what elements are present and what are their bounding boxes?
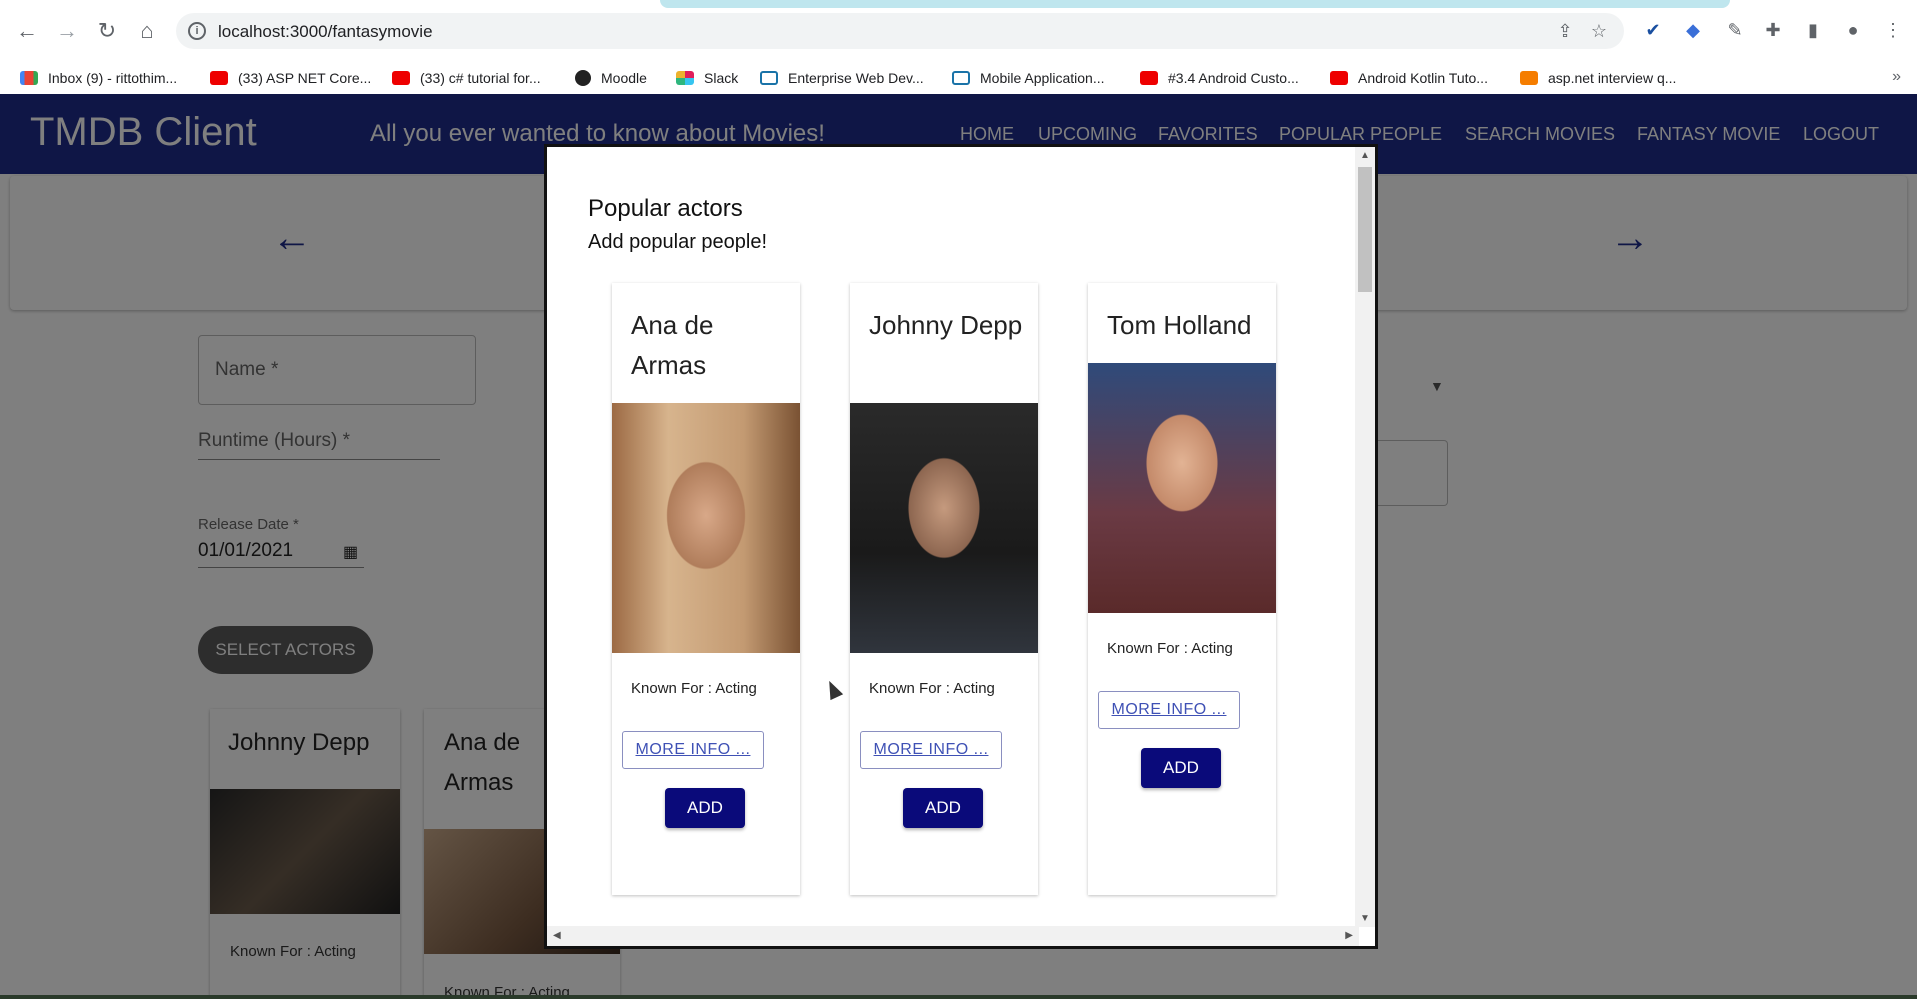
bookmark-item[interactable]: (33) c# tutorial for...: [392, 62, 541, 94]
actor-name: Johnny Depp: [869, 310, 1023, 340]
blogger-icon: [1520, 71, 1538, 85]
bookmark-item[interactable]: Slack: [676, 62, 738, 94]
browser-toolbar: ← → ↻ ⌂ i localhost:3000/fantasymovie ⇪ …: [0, 0, 1917, 62]
more-info-button[interactable]: MORE INFO ...: [622, 731, 764, 769]
extension-cap-icon[interactable]: ◆: [1680, 17, 1706, 43]
bookmarks-overflow-icon[interactable]: »: [1892, 68, 1901, 86]
actor-known-for: Known For : Acting: [631, 680, 757, 697]
actor-card: Tom Holland Known For : Acting MORE INFO…: [1088, 283, 1276, 895]
share-icon[interactable]: ⇪: [1554, 20, 1576, 42]
forward-icon[interactable]: →: [54, 18, 80, 44]
bookmark-item[interactable]: #3.4 Android Custo...: [1140, 62, 1299, 94]
actor-name: Ana de Armas: [631, 310, 714, 380]
bookmark-item[interactable]: Moodle: [575, 62, 647, 94]
horizontal-scrollbar[interactable]: ◀ ▶: [547, 926, 1359, 946]
dialog-title: Popular actors: [588, 195, 743, 222]
scroll-up-icon[interactable]: ▲: [1360, 150, 1370, 161]
actor-name: Tom Holland: [1107, 310, 1252, 340]
dialog-subtitle: Add popular people!: [588, 231, 768, 253]
add-actor-button[interactable]: ADD: [903, 788, 983, 828]
bookmark-star-icon[interactable]: ☆: [1588, 20, 1610, 42]
actor-known-for: Known For : Acting: [869, 680, 995, 697]
address-bar[interactable]: i localhost:3000/fantasymovie ⇪ ☆: [176, 13, 1624, 49]
more-info-button[interactable]: MORE INFO ...: [860, 731, 1002, 769]
scrollbar-thumb[interactable]: [1358, 167, 1372, 292]
reload-icon[interactable]: ↻: [94, 18, 120, 44]
bookmark-item[interactable]: Android Kotlin Tuto...: [1330, 62, 1488, 94]
url-text[interactable]: localhost:3000/fantasymovie: [218, 22, 433, 42]
more-info-button[interactable]: MORE INFO ...: [1098, 691, 1240, 729]
extension-pen-icon[interactable]: ✎: [1722, 17, 1748, 43]
slack-icon: [676, 71, 694, 85]
add-actor-button[interactable]: ADD: [1141, 748, 1221, 788]
actor-photo: [1088, 363, 1276, 613]
taskbar-edge: [0, 995, 1917, 999]
actor-photo: [612, 403, 800, 653]
actor-card: Ana de Armas Known For : Acting MORE INF…: [612, 283, 800, 895]
scroll-down-icon[interactable]: ▼: [1360, 913, 1370, 924]
home-icon[interactable]: ⌂: [134, 18, 160, 44]
site-info-icon[interactable]: i: [188, 22, 206, 40]
bookmark-item[interactable]: Inbox (9) - rittothim...: [20, 62, 177, 94]
website-icon: [760, 71, 778, 85]
side-panel-icon[interactable]: ▮: [1800, 17, 1826, 43]
bookmark-item[interactable]: Enterprise Web Dev...: [760, 62, 924, 94]
youtube-icon: [392, 71, 410, 85]
actor-photo: [850, 403, 1038, 653]
bookmarks-bar: Inbox (9) - rittothim... (33) ASP NET Co…: [0, 62, 1917, 94]
profile-avatar[interactable]: ●: [1840, 17, 1866, 43]
menu-kebab-icon[interactable]: ⋮: [1880, 17, 1906, 43]
back-icon[interactable]: ←: [14, 18, 40, 44]
website-icon: [952, 71, 970, 85]
youtube-icon: [1330, 71, 1348, 85]
popular-actors-dialog: Popular actors Add popular people! Ana d…: [544, 144, 1378, 949]
youtube-icon: [1140, 71, 1158, 85]
bookmark-item[interactable]: (33) ASP NET Core...: [210, 62, 371, 94]
actor-known-for: Known For : Acting: [1107, 640, 1233, 657]
scroll-right-icon[interactable]: ▶: [1345, 930, 1353, 941]
bookmark-item[interactable]: asp.net interview q...: [1520, 62, 1676, 94]
extensions-puzzle-icon[interactable]: ✚: [1760, 17, 1786, 43]
add-actor-button[interactable]: ADD: [665, 788, 745, 828]
actor-card: Johnny Depp Known For : Acting MORE INFO…: [850, 283, 1038, 895]
vertical-scrollbar[interactable]: ▲ ▼: [1355, 147, 1375, 927]
moodle-icon: [575, 70, 591, 86]
bookmark-item[interactable]: Mobile Application...: [952, 62, 1105, 94]
extension-check-icon[interactable]: ✔: [1640, 17, 1666, 43]
youtube-icon: [210, 71, 228, 85]
gmail-icon: [20, 71, 38, 85]
scroll-left-icon[interactable]: ◀: [553, 930, 561, 941]
